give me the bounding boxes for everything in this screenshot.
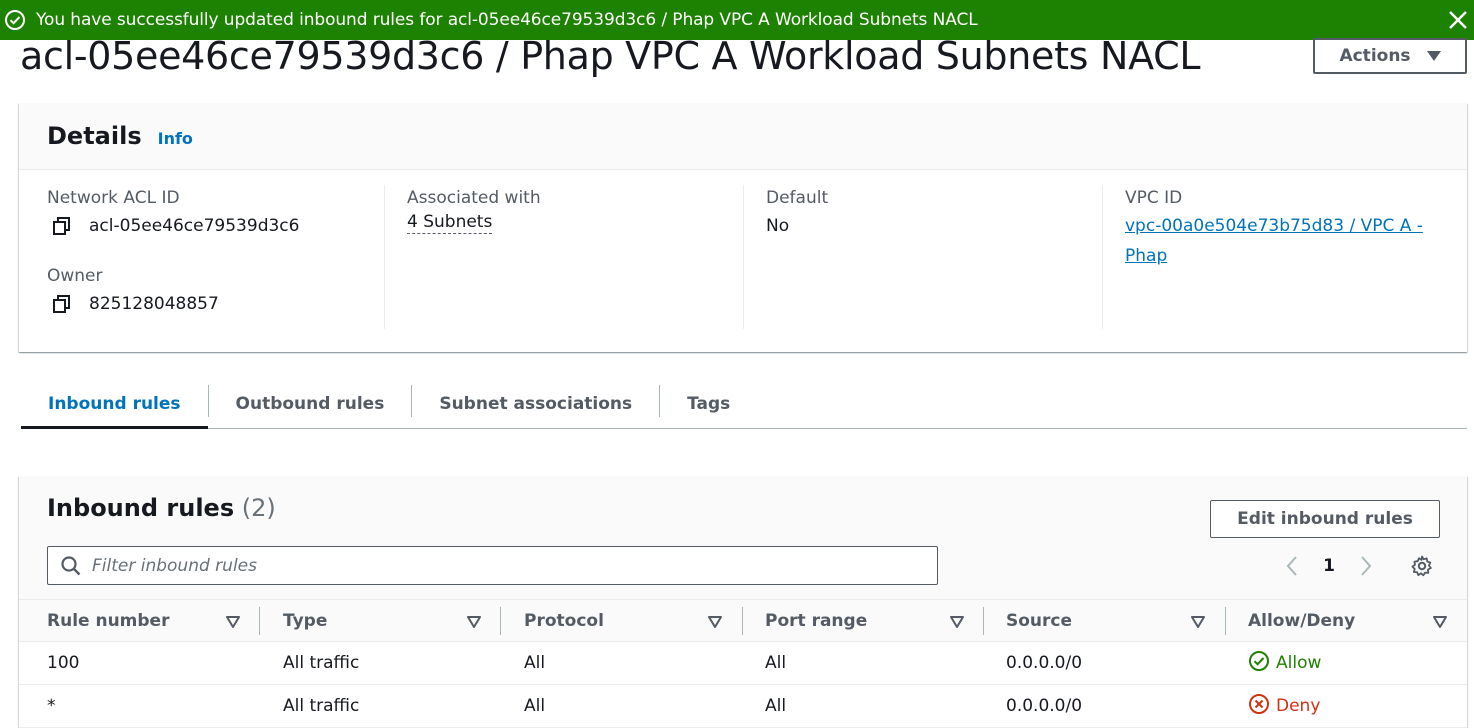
status-text: Allow	[1276, 653, 1322, 673]
status-text: Deny	[1276, 696, 1321, 716]
flash-message: You have successfully updated inbound ru…	[36, 10, 978, 30]
filter-input[interactable]	[92, 555, 892, 576]
tab-outbound-rules[interactable]: Outbound rules	[209, 380, 412, 428]
details-column-vpc: VPC ID vpc-00a0e504e73b75d83 / VPC A - P…	[1102, 185, 1452, 329]
cell-type: All traffic	[283, 696, 360, 716]
default-value: No	[766, 216, 790, 236]
chevron-left-icon[interactable]	[1281, 552, 1303, 580]
cell-port-range: All	[765, 696, 787, 716]
column-header-rule-number[interactable]: Rule number	[47, 600, 169, 642]
column-divider	[742, 607, 743, 635]
success-flashbar: You have successfully updated inbound ru…	[0, 0, 1474, 40]
info-link[interactable]: Info	[158, 129, 193, 148]
network-acl-id-value: acl-05ee46ce79539d3c6	[47, 211, 383, 241]
close-icon[interactable]	[1446, 8, 1470, 32]
column-divider	[259, 607, 260, 635]
pagination: 1	[1281, 552, 1377, 580]
x-circle-icon	[1248, 693, 1270, 720]
details-header: Details Info	[19, 103, 1467, 170]
cell-allow-deny: Deny	[1248, 685, 1320, 727]
cell-rule-number: *	[47, 696, 56, 716]
cell-source: 0.0.0.0/0	[1006, 653, 1083, 673]
inbound-rules-count: (2)	[241, 494, 276, 522]
check-circle-icon	[1248, 650, 1270, 677]
success-check-icon	[4, 9, 26, 31]
details-title: Details	[47, 122, 142, 150]
default-label: Default	[766, 188, 829, 208]
sort-down-icon[interactable]	[1433, 614, 1447, 628]
column-header-type[interactable]: Type	[283, 600, 327, 642]
owner-label: Owner	[47, 266, 103, 286]
inbound-rules-title-text: Inbound rules	[47, 494, 235, 522]
caret-down-icon	[1426, 51, 1441, 61]
details-column-id-owner: Network ACL ID acl-05ee46ce79539d3c6 Own…	[47, 185, 383, 329]
table-row[interactable]: 100 All traffic All All 0.0.0.0/0 Allow	[19, 642, 1467, 685]
column-header-port-range[interactable]: Port range	[765, 600, 867, 642]
cell-type: All traffic	[283, 653, 360, 673]
owner-text: 825128048857	[89, 294, 219, 314]
filter-box	[47, 546, 938, 585]
details-column-default: Default No	[743, 185, 1102, 329]
vpc-id-link[interactable]: vpc-00a0e504e73b75d83 / VPC A - Phap	[1125, 211, 1445, 271]
details-body: Network ACL ID acl-05ee46ce79539d3c6 Own…	[19, 170, 1467, 351]
sort-down-icon[interactable]	[1191, 614, 1205, 628]
edit-inbound-rules-button[interactable]: Edit inbound rules	[1210, 500, 1440, 538]
status-deny: Deny	[1248, 693, 1320, 720]
cell-rule-number: 100	[47, 653, 80, 673]
inbound-rules-header: Inbound rules (2) Edit inbound rules 1	[19, 476, 1467, 599]
cell-source: 0.0.0.0/0	[1006, 696, 1083, 716]
vpc-id-label: VPC ID	[1125, 188, 1183, 208]
tab-tags[interactable]: Tags	[660, 380, 757, 428]
cell-protocol: All	[524, 696, 546, 716]
copy-icon[interactable]	[51, 215, 73, 237]
chevron-right-icon[interactable]	[1355, 552, 1377, 580]
cell-port-range: All	[765, 653, 787, 673]
actions-button[interactable]: Actions	[1313, 38, 1467, 74]
associated-with-label: Associated with	[407, 188, 541, 208]
cell-allow-deny: Allow	[1248, 642, 1321, 684]
copy-icon[interactable]	[51, 293, 73, 315]
sort-down-icon[interactable]	[226, 614, 240, 628]
column-header-allow-deny[interactable]: Allow/Deny	[1248, 600, 1355, 642]
associated-with-value: 4 Subnets	[407, 211, 743, 234]
column-divider	[500, 607, 501, 635]
sort-down-icon[interactable]	[950, 614, 964, 628]
sort-down-icon[interactable]	[467, 614, 481, 628]
associated-subnets-link[interactable]: 4 Subnets	[407, 211, 493, 234]
owner-value: 825128048857	[47, 289, 383, 319]
page-number[interactable]: 1	[1303, 556, 1355, 576]
details-column-associated: Associated with 4 Subnets	[384, 185, 743, 329]
inbound-rules-panel: Inbound rules (2) Edit inbound rules 1 R…	[19, 476, 1467, 728]
table-header: Rule number Type Protocol Port range Sou…	[19, 599, 1467, 642]
tab-inbound-rules[interactable]: Inbound rules	[21, 380, 208, 429]
actions-button-label: Actions	[1339, 46, 1411, 66]
column-header-protocol[interactable]: Protocol	[524, 600, 604, 642]
tab-subnet-associations[interactable]: Subnet associations	[412, 380, 659, 428]
inbound-rules-title: Inbound rules (2)	[47, 492, 276, 524]
network-acl-id-label: Network ACL ID	[47, 188, 180, 208]
column-header-source[interactable]: Source	[1006, 600, 1072, 642]
column-divider	[983, 607, 984, 635]
cell-protocol: All	[524, 653, 546, 673]
gear-icon[interactable]	[1410, 554, 1434, 578]
network-acl-id-text: acl-05ee46ce79539d3c6	[89, 216, 300, 236]
tab-bar: Inbound rules Outbound rules Subnet asso…	[21, 380, 1467, 429]
table-row[interactable]: * All traffic All All 0.0.0.0/0 Deny	[19, 685, 1467, 728]
sort-down-icon[interactable]	[708, 614, 722, 628]
column-divider	[1225, 607, 1226, 635]
status-allow: Allow	[1248, 650, 1321, 677]
search-icon	[60, 555, 82, 577]
details-panel: Details Info Network ACL ID acl-05ee46ce…	[19, 103, 1467, 352]
